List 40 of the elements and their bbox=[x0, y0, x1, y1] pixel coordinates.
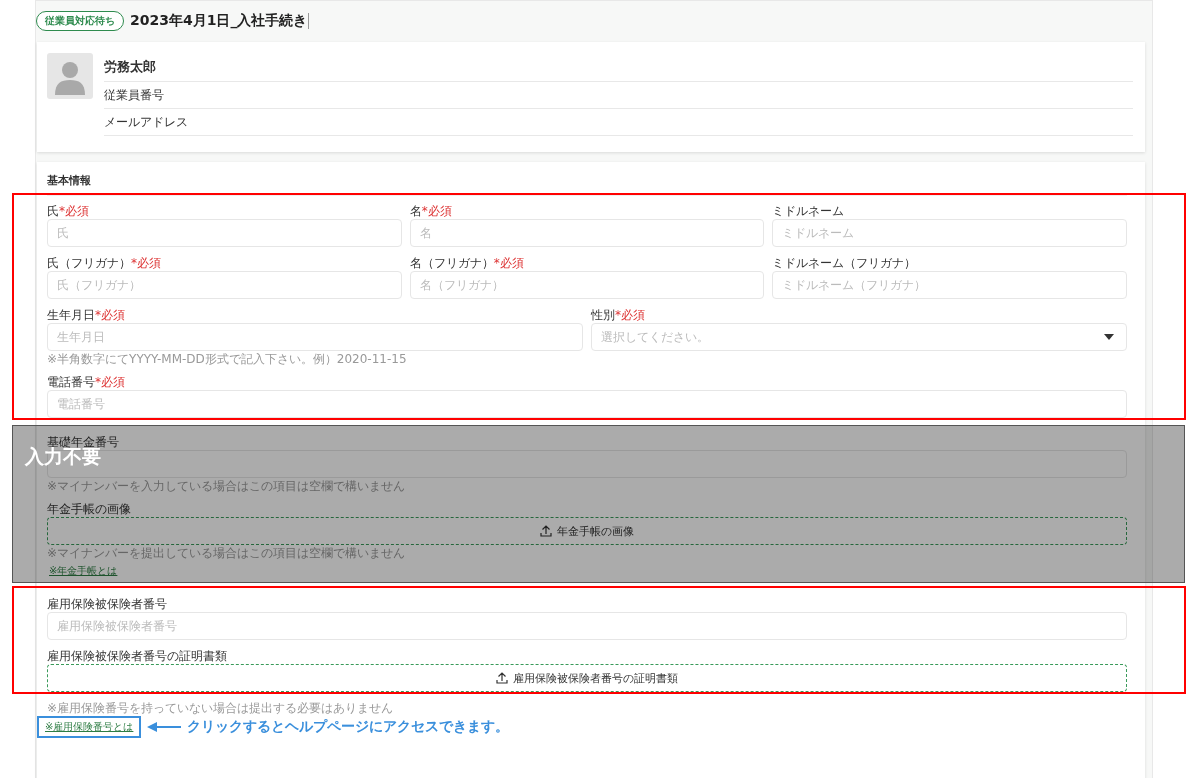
input-field[interactable]: 電話番号 bbox=[47, 390, 1127, 418]
page-title: 2023年4月1日_入社手続き bbox=[130, 12, 308, 30]
field-label: 氏（フリガナ）*必須 bbox=[47, 256, 162, 270]
input-field[interactable]: ミドルネーム bbox=[772, 219, 1127, 247]
field-label: 名（フリガナ）*必須 bbox=[409, 256, 525, 270]
field-label: 雇用保険被保険者番号の証明書類 bbox=[47, 649, 228, 663]
profile-field: 従業員番号 bbox=[104, 82, 1133, 109]
field-label: 名*必須 bbox=[409, 204, 453, 218]
avatar-icon bbox=[47, 53, 93, 99]
field-label: 電話番号*必須 bbox=[47, 375, 126, 389]
callout-text: クリックするとヘルプページにアクセスできます。 bbox=[187, 718, 510, 736]
upload-button[interactable]: 雇用保険被保険者番号の証明書類 bbox=[47, 664, 1127, 692]
input-field[interactable]: 氏 bbox=[47, 219, 402, 247]
input-field[interactable]: 名 bbox=[409, 219, 765, 247]
status-badge: 従業員対応待ち bbox=[36, 11, 124, 31]
field-label: 年金手帳の画像 bbox=[47, 502, 132, 516]
field-label: 雇用保険被保険者番号 bbox=[47, 597, 168, 611]
input-field[interactable]: ミドルネーム（フリガナ） bbox=[772, 271, 1127, 299]
input-field[interactable]: 生年月日 bbox=[47, 323, 583, 351]
arrow-icon bbox=[147, 722, 182, 732]
field-label: 性別*必須 bbox=[591, 308, 646, 322]
hint-text: ※雇用保険番号を持っていない場合は提出する必要はありません bbox=[47, 702, 395, 715]
help-link[interactable]: ※年金手帳とは bbox=[37, 561, 130, 581]
help-link[interactable]: ※雇用保険番号とは bbox=[37, 716, 142, 738]
profile-field: メールアドレス bbox=[104, 109, 1133, 136]
section-title: 基本情報 bbox=[47, 172, 1127, 196]
hint-text: ※半角数字にてYYYY-MM-DD形式で記入下さい。例）2020-11-15 bbox=[47, 353, 408, 366]
field-label: ミドルネーム（フリガナ） bbox=[772, 256, 918, 270]
text-cursor bbox=[308, 13, 310, 29]
employee-name: 労務太郎 bbox=[104, 53, 1133, 82]
field-label: 生年月日*必須 bbox=[47, 308, 126, 322]
field-label: 氏*必須 bbox=[47, 204, 90, 218]
dropdown-icon bbox=[1104, 334, 1114, 340]
input-field[interactable]: 氏（フリガナ） bbox=[47, 271, 402, 299]
upload-icon bbox=[540, 525, 552, 537]
upload-icon bbox=[496, 672, 508, 684]
input-field[interactable]: 雇用保険被保険者番号 bbox=[47, 612, 1127, 640]
input-field[interactable]: 名（フリガナ） bbox=[409, 271, 765, 299]
upload-button[interactable]: 年金手帳の画像 bbox=[47, 517, 1127, 545]
field-label: ミドルネーム bbox=[772, 204, 846, 218]
